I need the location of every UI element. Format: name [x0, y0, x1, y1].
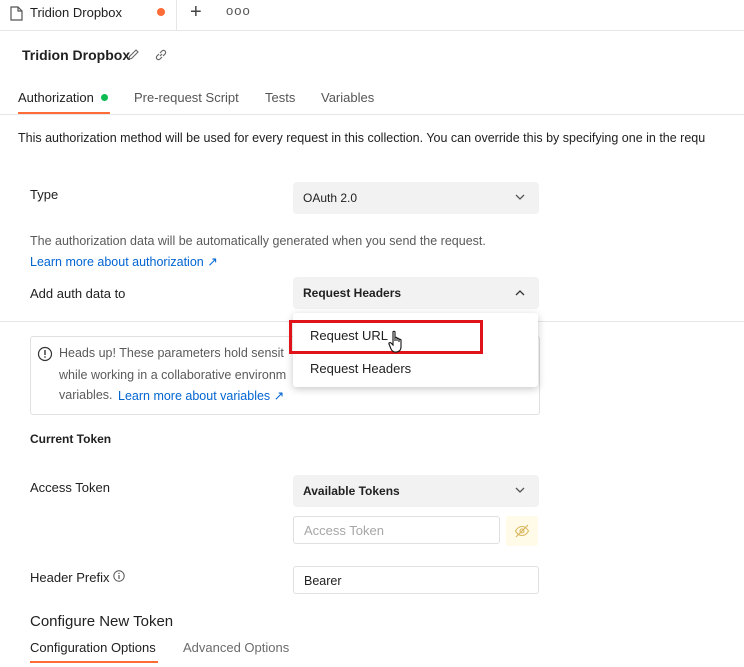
exclamation-circle-icon — [37, 346, 53, 362]
rename-pencil-icon[interactable] — [127, 48, 140, 61]
available-tokens-select[interactable]: Available Tokens — [293, 475, 539, 507]
warning-line-2: while working in a collaborative environ… — [59, 368, 287, 382]
eye-slash-icon — [514, 524, 530, 538]
header-prefix-label: Header Prefix — [30, 570, 110, 585]
window-tab-title: Tridion Dropbox — [30, 5, 123, 20]
dropdown-option-request-headers[interactable]: Request Headers — [310, 361, 411, 376]
add-auth-data-label: Add auth data to — [30, 286, 126, 301]
chevron-down-icon — [515, 487, 525, 493]
more-tabs-ellipsis-icon[interactable]: ooo — [226, 3, 251, 18]
hand-pointer-cursor-icon — [388, 330, 402, 353]
available-tokens-value: Available Tokens — [303, 484, 400, 498]
unsaved-changes-dot-icon — [157, 8, 165, 16]
tab-variables[interactable]: Variables — [321, 90, 374, 105]
info-icon[interactable] — [113, 570, 125, 582]
auth-active-dot-icon — [101, 94, 108, 101]
auth-type-value: OAuth 2.0 — [303, 191, 358, 205]
new-tab-plus-icon[interactable]: + — [190, 1, 202, 24]
add-auth-data-select[interactable]: Request Headers — [293, 277, 539, 309]
add-auth-data-value: Request Headers — [303, 286, 402, 300]
auth-description: This authorization method will be used f… — [18, 131, 706, 145]
tab-advanced-options[interactable]: Advanced Options — [183, 640, 289, 655]
collection-title: Tridion Dropbox — [22, 47, 131, 63]
learn-more-authorization-link[interactable]: Learn more about authorization ↗ — [30, 254, 218, 269]
header-prefix-input[interactable]: Bearer — [293, 566, 539, 594]
highlight-annotation-box — [289, 320, 483, 354]
tab-tests[interactable]: Tests — [265, 90, 295, 105]
chevron-up-icon — [515, 290, 525, 296]
toggle-token-visibility-button[interactable] — [506, 516, 538, 546]
current-token-heading: Current Token — [30, 432, 112, 446]
chevron-down-icon — [515, 194, 525, 200]
access-token-label: Access Token — [30, 480, 110, 495]
active-subtab-underline — [30, 661, 158, 663]
auth-type-select[interactable]: OAuth 2.0 — [293, 182, 539, 214]
collection-document-icon — [10, 6, 23, 21]
tab-configuration-options[interactable]: Configuration Options — [30, 640, 156, 655]
configure-new-token-heading: Configure New Token — [30, 613, 174, 630]
header-prefix-value: Bearer — [304, 574, 342, 588]
tab-authorization[interactable]: Authorization — [18, 90, 94, 105]
tab-pre-request-script[interactable]: Pre-request Script — [134, 90, 239, 105]
access-token-input[interactable] — [293, 516, 500, 544]
warning-line-1: Heads up! These parameters hold sensit — [59, 346, 284, 360]
copy-link-icon[interactable] — [154, 48, 168, 62]
active-tab-underline — [18, 112, 110, 114]
warning-line-3: variables. — [59, 388, 113, 402]
type-label: Type — [30, 187, 59, 202]
auth-info-text: The authorization data will be automatic… — [30, 234, 486, 248]
learn-more-variables-link[interactable]: Learn more about variables ↗ — [118, 388, 284, 403]
